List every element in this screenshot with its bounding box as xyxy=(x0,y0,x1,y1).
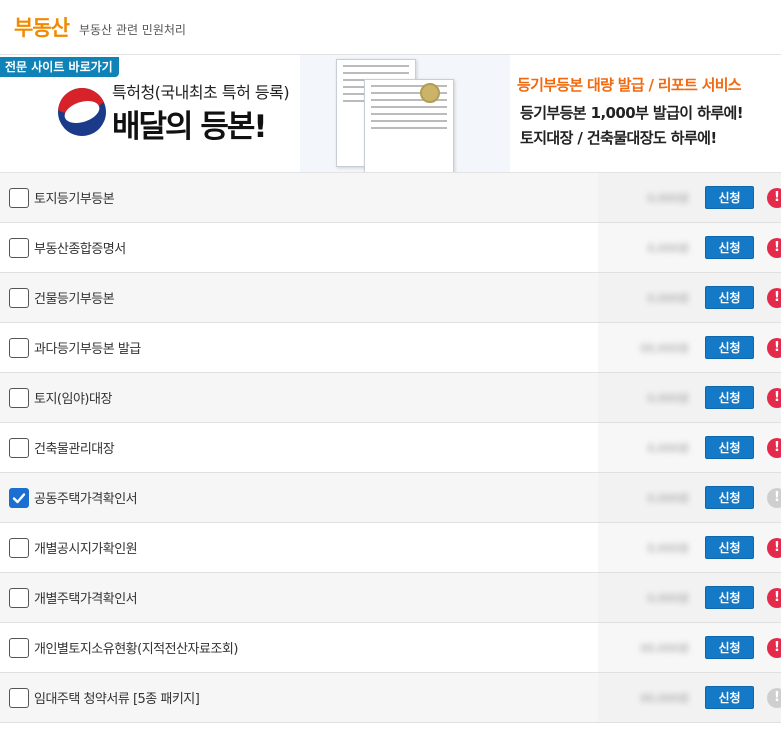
item-price: 0,000원 xyxy=(647,291,689,305)
banner-promo-line: 토지대장 / 건축물대장도 하루에! xyxy=(520,129,717,147)
banner-patent-text: 특허청(국내최초 특허 등록) xyxy=(112,83,290,102)
item-label: 부동산종합증명서 xyxy=(34,242,126,257)
item-label: 건축물관리대장 xyxy=(34,442,115,457)
item-price: 0,000원 xyxy=(647,441,689,455)
item-label: 건물등기부등본 xyxy=(34,292,115,307)
service-list: 토지등기부등본 0,000원 신청! 부동산종합증명서 0,000원 신청! 건물등기부등본… xyxy=(0,173,781,723)
banner-promo-title: 등기부등본 대량 발급 / 리포트 서비스 xyxy=(517,76,742,94)
exclamation-icon[interactable]: ! xyxy=(767,287,781,308)
list-item: 과다등기부등본 발급 00,000원 신청! xyxy=(0,323,781,373)
item-price: 00,000원 xyxy=(640,691,689,705)
item-price: 0,000원 xyxy=(647,591,689,605)
list-item: 토지(임야)대장 0,000원 신청! xyxy=(0,373,781,423)
exclamation-icon[interactable]: ! xyxy=(767,537,781,558)
apply-button[interactable]: 신청 xyxy=(705,386,754,409)
item-price: 0,000원 xyxy=(647,241,689,255)
item-checkbox[interactable] xyxy=(9,487,29,508)
list-item: 공동주택가격확인서 0,000원 신청! xyxy=(0,473,781,523)
list-item: 건축물관리대장 0,000원 신청! xyxy=(0,423,781,473)
item-checkbox[interactable] xyxy=(9,337,29,358)
list-item: 개인별토지소유현황(지적전산자료조회) 00,000원 신청! xyxy=(0,623,781,673)
banner-promo-line: 등기부등본 1,000부 발급이 하루에! xyxy=(520,104,744,122)
page-header: 부동산 부동산 관련 민원처리 xyxy=(0,0,781,55)
item-label: 토지등기부등본 xyxy=(34,192,115,207)
item-checkbox[interactable] xyxy=(9,237,29,258)
apply-button[interactable]: 신청 xyxy=(705,686,754,709)
item-checkbox[interactable] xyxy=(9,587,29,608)
item-label: 토지(임야)대장 xyxy=(34,392,112,407)
apply-button[interactable]: 신청 xyxy=(705,536,754,559)
page-title: 부동산 xyxy=(14,16,70,40)
exclamation-icon[interactable]: ! xyxy=(767,187,781,208)
seal-icon xyxy=(420,83,440,103)
apply-button[interactable]: 신청 xyxy=(705,336,754,359)
site-shortcut-badge[interactable]: 전문 사이트 바로가기 xyxy=(0,57,119,77)
apply-button[interactable]: 신청 xyxy=(705,286,754,309)
list-item: 건물등기부등본 0,000원 신청! xyxy=(0,273,781,323)
apply-button[interactable]: 신청 xyxy=(705,636,754,659)
item-checkbox[interactable] xyxy=(9,287,29,308)
exclamation-icon[interactable]: ! xyxy=(767,637,781,658)
item-label: 개별공시지가확인원 xyxy=(34,542,138,557)
apply-button[interactable]: 신청 xyxy=(705,586,754,609)
exclamation-icon[interactable]: ! xyxy=(767,387,781,408)
item-price: 00,000원 xyxy=(640,641,689,655)
exclamation-icon[interactable]: ! xyxy=(767,237,781,258)
apply-button[interactable]: 신청 xyxy=(705,436,754,459)
exclamation-icon[interactable]: ! xyxy=(767,687,781,708)
item-price: 00,000원 xyxy=(640,341,689,355)
item-label: 과다등기부등본 발급 xyxy=(34,342,141,357)
item-checkbox[interactable] xyxy=(9,537,29,558)
list-item: 개별공시지가확인원 0,000원 신청! xyxy=(0,523,781,573)
item-price: 0,000원 xyxy=(647,491,689,505)
item-checkbox[interactable] xyxy=(9,437,29,458)
apply-button[interactable]: 신청 xyxy=(705,486,754,509)
item-label: 공동주택가격확인서 xyxy=(34,492,138,507)
list-item: 개별주택가격확인서 0,000원 신청! xyxy=(0,573,781,623)
item-price: 0,000원 xyxy=(647,391,689,405)
document-image xyxy=(364,79,454,172)
exclamation-icon[interactable]: ! xyxy=(767,587,781,608)
item-price: 0,000원 xyxy=(647,541,689,555)
apply-button[interactable]: 신청 xyxy=(705,236,754,259)
promo-banner[interactable]: 전문 사이트 바로가기 특허청(국내최초 특허 등록) 배달의 등본! 등기부등… xyxy=(0,55,781,173)
item-checkbox[interactable] xyxy=(9,187,29,208)
exclamation-icon[interactable]: ! xyxy=(767,487,781,508)
page-subtitle: 부동산 관련 민원처리 xyxy=(78,22,186,37)
item-checkbox[interactable] xyxy=(9,637,29,658)
apply-button[interactable]: 신청 xyxy=(705,186,754,209)
list-item: 부동산종합증명서 0,000원 신청! xyxy=(0,223,781,273)
item-label: 임대주택 청약서류 [5종 패키지] xyxy=(34,692,200,707)
item-label: 개별주택가격확인서 xyxy=(34,592,138,607)
item-checkbox[interactable] xyxy=(9,387,29,408)
exclamation-icon[interactable]: ! xyxy=(767,337,781,358)
list-item: 임대주택 청약서류 [5종 패키지] 00,000원 신청! xyxy=(0,673,781,723)
item-checkbox[interactable] xyxy=(9,687,29,708)
item-label: 개인별토지소유현황(지적전산자료조회) xyxy=(34,642,238,657)
banner-brand: 배달의 등본! xyxy=(112,109,268,145)
item-price: 0,000원 xyxy=(647,191,689,205)
taegeuk-logo-icon xyxy=(58,88,106,136)
exclamation-icon[interactable]: ! xyxy=(767,437,781,458)
document-illustration xyxy=(300,55,510,172)
list-item: 토지등기부등본 0,000원 신청! xyxy=(0,173,781,223)
